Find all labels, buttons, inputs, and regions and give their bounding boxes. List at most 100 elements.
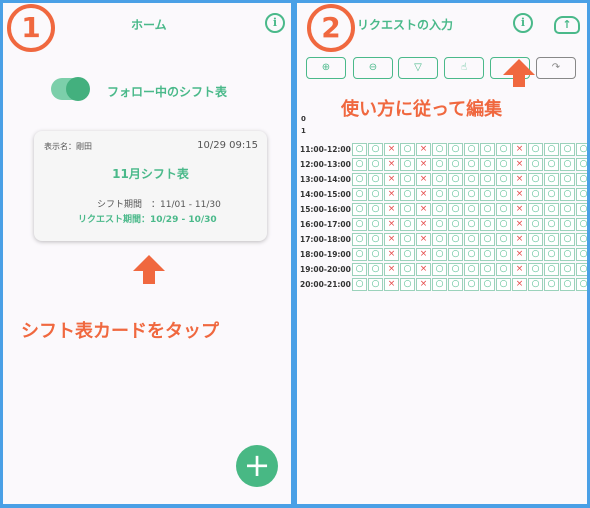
request-cell[interactable]: ○ — [448, 158, 463, 171]
request-cell[interactable]: ○ — [496, 263, 511, 276]
request-cell[interactable]: ○ — [464, 203, 479, 216]
request-cell[interactable]: ○ — [560, 188, 575, 201]
request-cell[interactable]: ○ — [368, 218, 383, 231]
zoom-in-button[interactable]: ⊕ — [306, 57, 346, 79]
request-cell[interactable]: ○ — [400, 143, 415, 156]
request-cell[interactable]: ○ — [464, 263, 479, 276]
request-cell[interactable]: ○ — [528, 218, 543, 231]
request-cell[interactable]: ○ — [544, 278, 559, 291]
request-cell[interactable]: ○ — [544, 158, 559, 171]
request-cell[interactable]: ○ — [544, 233, 559, 246]
request-cell[interactable]: ○ — [448, 173, 463, 186]
request-cell[interactable]: × — [416, 203, 431, 216]
request-cell[interactable]: ○ — [368, 143, 383, 156]
request-cell[interactable]: ○ — [448, 233, 463, 246]
request-cell[interactable]: ○ — [448, 278, 463, 291]
request-cell[interactable]: × — [512, 203, 527, 216]
request-cell[interactable]: ○ — [464, 143, 479, 156]
request-cell[interactable]: ○ — [528, 203, 543, 216]
request-cell[interactable]: ○ — [432, 248, 447, 261]
request-cell[interactable]: ○ — [464, 173, 479, 186]
request-cell[interactable]: ○ — [528, 248, 543, 261]
request-cell[interactable]: ○ — [368, 173, 383, 186]
request-cell[interactable]: × — [512, 233, 527, 246]
request-cell[interactable]: ○ — [496, 218, 511, 231]
request-cell[interactable]: ○ — [400, 263, 415, 276]
touch-mode-button[interactable]: ☝ — [444, 57, 484, 79]
request-cell[interactable]: × — [384, 188, 399, 201]
request-cell[interactable]: ○ — [480, 278, 495, 291]
request-cell[interactable]: ○ — [432, 203, 447, 216]
request-cell[interactable]: ○ — [464, 233, 479, 246]
request-cell[interactable]: ○ — [576, 188, 587, 201]
request-cell[interactable]: ○ — [576, 218, 587, 231]
request-cell[interactable]: ○ — [576, 233, 587, 246]
request-cell[interactable]: ○ — [560, 203, 575, 216]
request-cell[interactable]: ○ — [464, 218, 479, 231]
request-cell[interactable]: ○ — [352, 143, 367, 156]
request-cell[interactable]: ○ — [432, 218, 447, 231]
request-cell[interactable]: ○ — [528, 158, 543, 171]
request-cell[interactable]: ○ — [352, 158, 367, 171]
request-cell[interactable]: ○ — [496, 158, 511, 171]
request-cell[interactable]: ○ — [352, 248, 367, 261]
request-cell[interactable]: ○ — [528, 188, 543, 201]
request-cell[interactable]: ○ — [544, 203, 559, 216]
request-cell[interactable]: ○ — [448, 218, 463, 231]
request-cell[interactable]: × — [416, 218, 431, 231]
request-cell[interactable]: ○ — [480, 158, 495, 171]
shift-table-card[interactable]: 表示名：剛田 10/29 09:15 11月シフト表 シフト期間 ：11/01 … — [34, 131, 267, 241]
request-cell[interactable]: × — [416, 263, 431, 276]
request-cell[interactable]: ○ — [480, 173, 495, 186]
request-cell[interactable]: ○ — [448, 143, 463, 156]
request-cell[interactable]: × — [512, 278, 527, 291]
request-cell[interactable]: × — [384, 263, 399, 276]
request-cell[interactable]: ○ — [368, 278, 383, 291]
request-cell[interactable]: ○ — [432, 143, 447, 156]
request-cell[interactable]: ○ — [480, 248, 495, 261]
request-cell[interactable]: × — [512, 248, 527, 261]
request-cell[interactable]: ○ — [400, 203, 415, 216]
zoom-out-button[interactable]: ⊖ — [353, 57, 393, 79]
request-cell[interactable]: ○ — [560, 218, 575, 231]
request-cell[interactable]: ○ — [432, 158, 447, 171]
request-cell[interactable]: ○ — [400, 233, 415, 246]
request-cell[interactable]: ○ — [352, 203, 367, 216]
request-cell[interactable]: ○ — [544, 263, 559, 276]
request-cell[interactable]: ○ — [400, 188, 415, 201]
request-cell[interactable]: ○ — [560, 143, 575, 156]
request-cell[interactable]: ○ — [496, 143, 511, 156]
request-cell[interactable]: ○ — [400, 218, 415, 231]
request-cell[interactable]: × — [416, 188, 431, 201]
request-cell[interactable]: × — [384, 203, 399, 216]
request-cell[interactable]: ○ — [496, 203, 511, 216]
request-cell[interactable]: ○ — [560, 263, 575, 276]
request-cell[interactable]: ○ — [480, 263, 495, 276]
request-cell[interactable]: ○ — [352, 263, 367, 276]
request-cell[interactable]: ○ — [432, 188, 447, 201]
redo-button[interactable]: ↷ — [536, 57, 576, 79]
request-cell[interactable]: ○ — [400, 173, 415, 186]
request-cell[interactable]: ○ — [544, 143, 559, 156]
add-button[interactable]: + — [236, 445, 278, 487]
request-cell[interactable]: ○ — [576, 248, 587, 261]
request-cell[interactable]: ○ — [576, 203, 587, 216]
request-cell[interactable]: × — [416, 248, 431, 261]
request-cell[interactable]: ○ — [544, 218, 559, 231]
request-cell[interactable]: ○ — [528, 143, 543, 156]
request-cell[interactable]: ○ — [368, 248, 383, 261]
request-cell[interactable]: × — [512, 158, 527, 171]
request-cell[interactable]: ○ — [496, 233, 511, 246]
request-cell[interactable]: ○ — [432, 263, 447, 276]
request-cell[interactable]: ○ — [560, 173, 575, 186]
request-cell[interactable]: × — [416, 278, 431, 291]
request-cell[interactable]: ○ — [576, 278, 587, 291]
request-cell[interactable]: × — [384, 173, 399, 186]
request-cell[interactable]: ○ — [448, 248, 463, 261]
request-cell[interactable]: ○ — [496, 248, 511, 261]
request-cell[interactable]: ○ — [480, 233, 495, 246]
request-cell[interactable]: × — [384, 218, 399, 231]
request-cell[interactable]: ○ — [528, 263, 543, 276]
request-cell[interactable]: ○ — [560, 278, 575, 291]
request-cell[interactable]: ○ — [464, 278, 479, 291]
